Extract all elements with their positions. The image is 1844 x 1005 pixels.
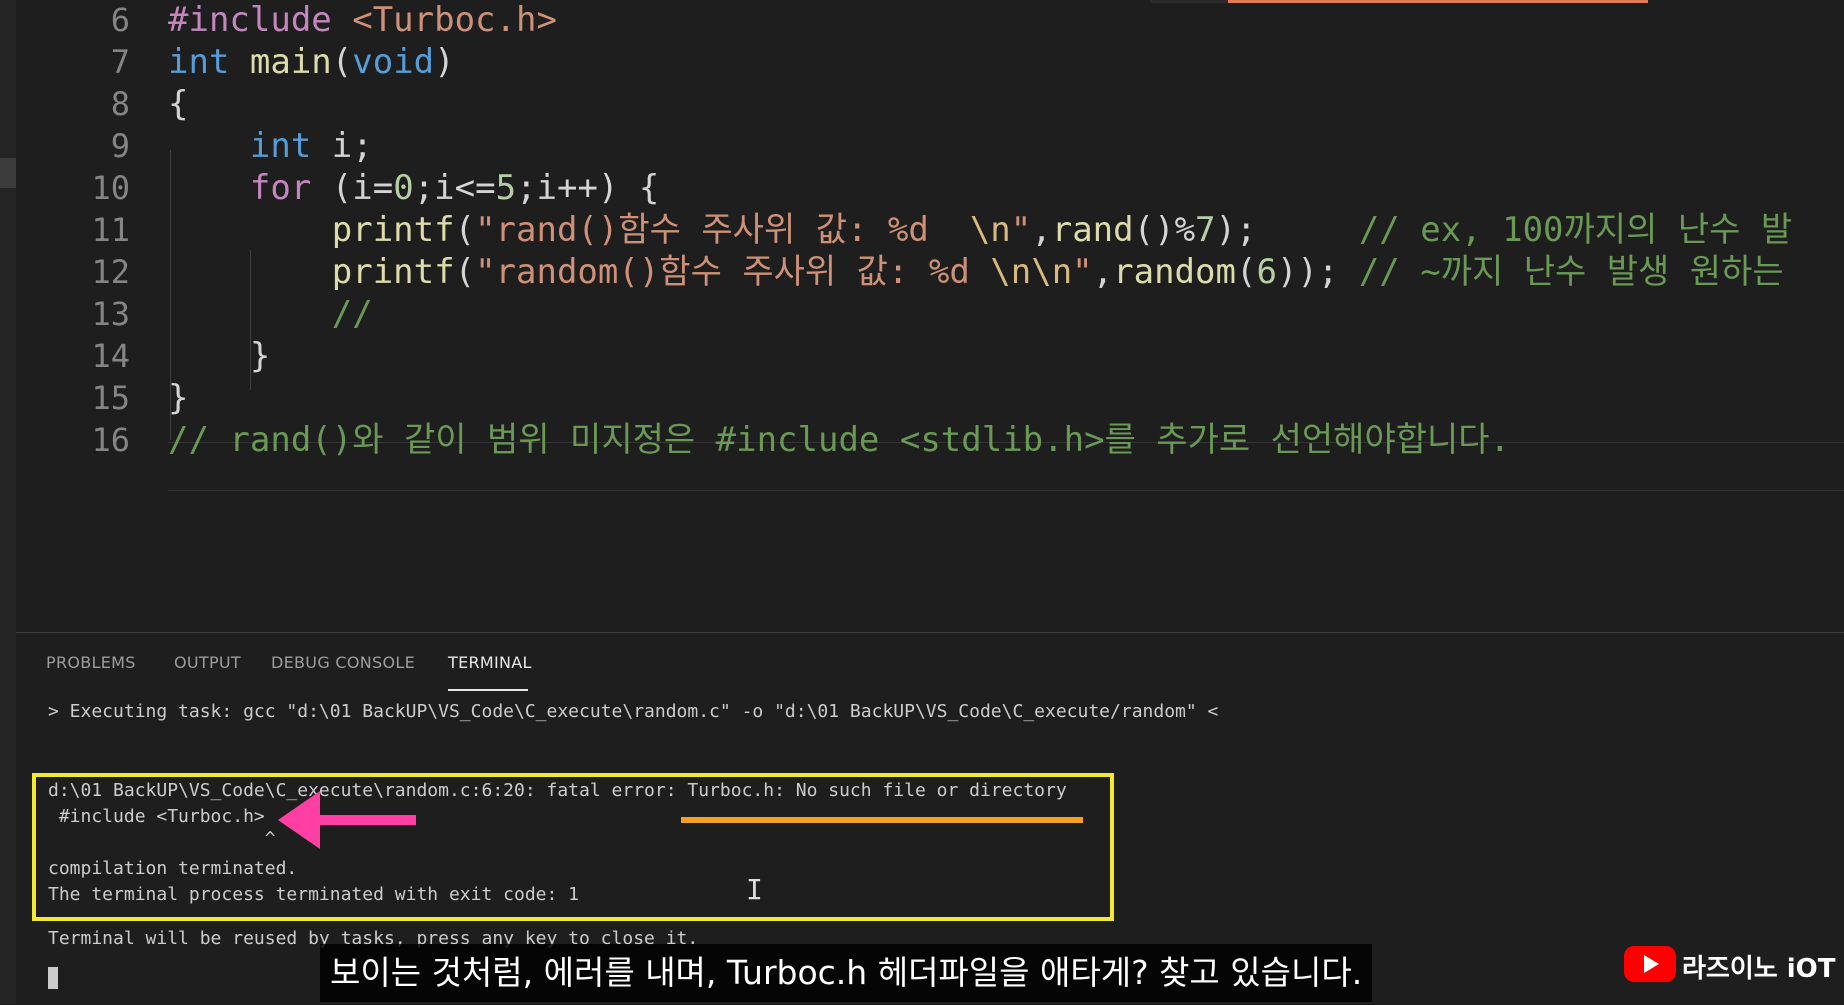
code-token: // rand()와 같이 범위 미지정은 #include <stdlib.h… — [168, 420, 1511, 460]
code-token: <Turboc.h> — [352, 0, 557, 40]
code-token: random — [1113, 252, 1236, 292]
code-token: \n — [969, 210, 1011, 250]
code-token: )); — [1276, 252, 1359, 292]
code-token: i; — [331, 126, 373, 166]
code-token: ); — [1215, 210, 1359, 250]
terminal-compilation-line: compilation terminated. — [48, 858, 298, 879]
code-token: // ex, 100까지의 난수 발 — [1358, 210, 1793, 250]
code-token: (i= — [331, 168, 394, 208]
code-token: #include — [168, 0, 353, 40]
code-token: for — [249, 168, 332, 208]
code-token: printf — [331, 210, 455, 250]
activity-bar-edge — [0, 0, 16, 1004]
active-tab-underline — [448, 689, 528, 691]
code-line: 16 // rand()와 같이 범위 미지정은 #include <stdlib… — [0, 416, 1844, 465]
code-token: , — [1092, 252, 1114, 292]
text-cursor-icon: I — [746, 873, 763, 906]
terminal-exit-line: The terminal process terminated with exi… — [48, 884, 580, 905]
code-token: rand — [1051, 210, 1134, 250]
code-token: \n\n — [990, 252, 1073, 292]
code-token: // — [331, 294, 373, 334]
line-number: 16 — [91, 421, 130, 459]
code-text[interactable]: // rand()와 같이 범위 미지정은 #include <stdlib.h… — [168, 416, 1510, 465]
code-token: , — [1031, 210, 1052, 250]
code-token: ( — [331, 42, 353, 82]
code-token: ( — [454, 252, 476, 292]
code-token: printf — [331, 252, 455, 292]
terminal-exec-line: > Executing task: gcc "d:\01 BackUP\VS_C… — [48, 701, 1219, 722]
channel-name: 라즈이노 iOT — [1682, 954, 1836, 984]
code-editor[interactable]: 6 #include <Turboc.h> 7 int main(void) 8{9 i… — [0, 0, 1844, 630]
code-token: } — [168, 378, 189, 418]
code-token: void — [352, 42, 435, 82]
scrollbar-thumb[interactable] — [0, 158, 16, 188]
code-token: ()% — [1133, 210, 1196, 250]
code-token: 5 — [495, 168, 517, 208]
play-icon — [1644, 955, 1659, 973]
code-token: ;i++) { — [516, 168, 660, 208]
code-token: // ~까지 난수 발생 원하는 — [1358, 252, 1784, 292]
tab-output[interactable]: OUTPUT — [174, 653, 241, 672]
code-token: 7 — [1195, 210, 1216, 250]
tab-problems[interactable]: PROBLEMS — [46, 653, 136, 672]
terminal-cursor[interactable] — [48, 967, 58, 989]
code-token: } — [168, 336, 271, 376]
code-token: "rand()함수 주사위 값: %d — [475, 210, 970, 250]
code-token: "random()함수 주사위 값: %d — [475, 252, 991, 292]
pink-arrow-head — [278, 791, 320, 849]
code-token: 0 — [393, 168, 414, 208]
video-subtitle: 보이는 것처럼, 에러를 내며, Turboc.h 헤더파일을 애타게? 찾고 … — [320, 944, 1373, 1002]
code-token: ( — [1235, 252, 1257, 292]
pink-arrow-annotation — [316, 815, 416, 825]
terminal-caret-line: ^ — [48, 828, 276, 849]
code-token: int — [168, 42, 250, 82]
code-token: int — [249, 126, 332, 166]
tab-debug-console[interactable]: DEBUG CONSOLE — [271, 653, 415, 672]
code-token: " — [1010, 210, 1032, 250]
code-token: ) — [434, 42, 455, 82]
code-token: " — [1072, 252, 1093, 292]
error-underline-annotation — [681, 817, 1083, 823]
tab-terminal[interactable]: TERMINAL — [448, 653, 532, 672]
code-token: ;i<= — [413, 168, 496, 208]
code-token: ( — [454, 210, 476, 250]
code-token: { — [168, 84, 189, 124]
code-token: main — [249, 42, 332, 82]
terminal-error-line: d:\01 BackUP\VS_Code\C_execute\random.c:… — [48, 780, 1067, 801]
code-token: 6 — [1256, 252, 1277, 292]
